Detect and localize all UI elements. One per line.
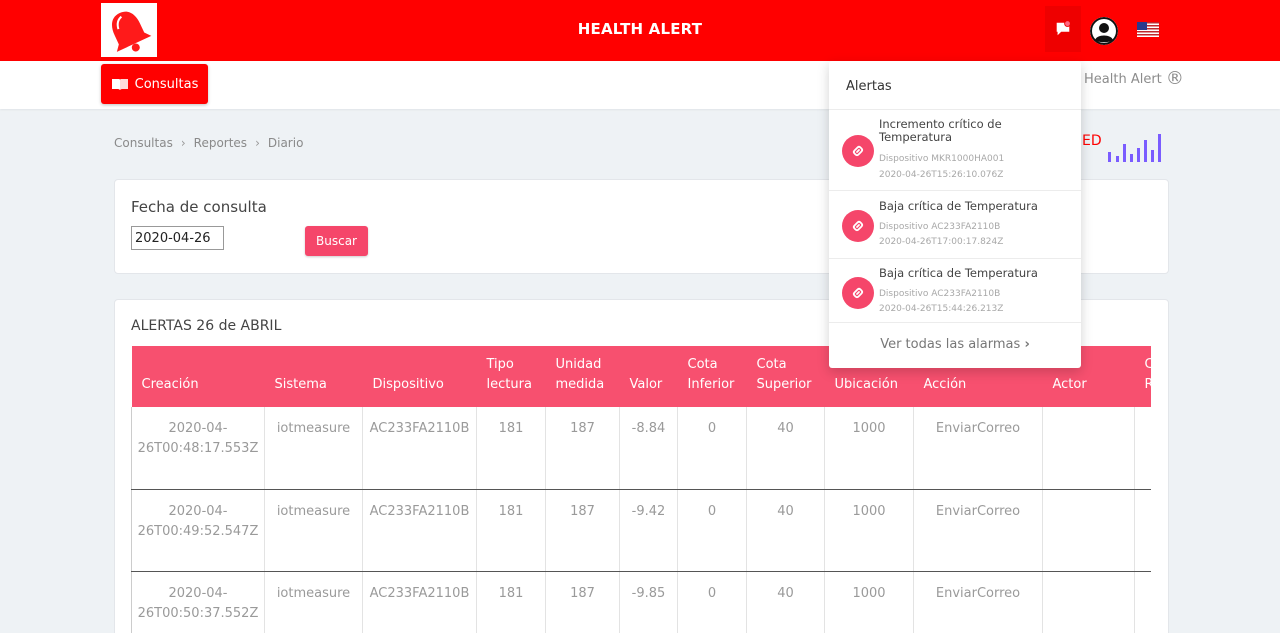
table-cell: 1000 xyxy=(824,407,914,490)
table-cell xyxy=(1134,571,1151,633)
table-cell: iotmeasure xyxy=(264,571,363,633)
table-cell: 187 xyxy=(545,571,620,633)
alert-item-time: 2020-04-26T17:00:17.824Z xyxy=(879,237,1004,247)
divider xyxy=(829,109,1081,110)
column-header[interactable]: Sistema xyxy=(264,346,363,407)
alerts-dropdown-header: Alertas xyxy=(846,79,892,94)
signal-bars-icon xyxy=(1108,134,1161,162)
divider xyxy=(829,258,1081,259)
table-cell: 1000 xyxy=(824,571,914,633)
consultas-label: Consultas xyxy=(134,76,199,92)
brand-name: Health Alert xyxy=(1084,72,1162,87)
view-all-alarms-label: Ver todas las alarmas xyxy=(880,337,1021,352)
table-cell: 187 xyxy=(545,489,620,572)
table-cell: -8.84 xyxy=(619,407,678,490)
table-cell: EnviarCorreo xyxy=(913,407,1043,490)
table-cell: 1000 xyxy=(824,489,914,572)
alert-item-device: Dispositivo AC233FA2110B xyxy=(879,289,1001,299)
link-icon[interactable] xyxy=(842,210,874,242)
table-cell: -9.42 xyxy=(619,489,678,572)
chevron-right-icon: › xyxy=(180,136,186,150)
column-header[interactable]: Creación xyxy=(131,346,265,407)
table-cell xyxy=(1042,571,1135,633)
alerts-table-title: ALERTAS 26 de ABRIL xyxy=(131,318,282,334)
user-avatar-icon[interactable] xyxy=(1090,17,1118,45)
date-input[interactable] xyxy=(131,226,224,250)
alert-item-device: Dispositivo AC233FA2110B xyxy=(879,222,1001,232)
alert-item-title[interactable]: Baja crítica de Temperatura xyxy=(879,200,1069,213)
table-cell: 181 xyxy=(476,407,546,490)
partial-status-text: ED xyxy=(1082,133,1102,149)
table-cell: 0 xyxy=(677,407,747,490)
table-row: 2020-04-26T00:48:17.553Z iotmeasure AC23… xyxy=(131,407,1151,490)
book-icon xyxy=(111,79,128,90)
table-cell: EnviarCorreo xyxy=(913,489,1043,572)
table-cell xyxy=(1134,489,1151,572)
table-row: 2020-04-26T00:50:37.552Z iotmeasure AC23… xyxy=(131,571,1151,633)
table-cell: 187 xyxy=(545,407,620,490)
table-cell: AC233FA2110B xyxy=(362,489,477,572)
alerts-table: Creación Sistema Dispositivo Tipo lectur… xyxy=(131,346,1151,633)
view-all-alarms-link[interactable]: Ver todas las alarmas › xyxy=(829,337,1081,352)
divider xyxy=(829,190,1081,191)
table-cell: 2020-04-26T00:50:37.552Z xyxy=(131,571,265,633)
chat-flag-icon xyxy=(1056,20,1071,36)
chevron-right-icon: › xyxy=(1024,337,1030,352)
alert-item-device: Dispositivo MKR1000HA001 xyxy=(879,154,1005,164)
table-cell xyxy=(1042,489,1135,572)
us-flag-icon[interactable] xyxy=(1137,22,1159,37)
table-cell: AC233FA2110B xyxy=(362,407,477,490)
app-title: HEALTH ALERT xyxy=(577,20,703,38)
table-cell: EnviarCorreo xyxy=(913,571,1043,633)
alert-item-title[interactable]: Incremento crítico de Temperatura xyxy=(879,118,1069,144)
link-icon[interactable] xyxy=(842,277,874,309)
breadcrumb-item-diario: Diario xyxy=(267,136,304,150)
link-icon[interactable] xyxy=(842,135,874,167)
column-header[interactable]: Unidad medida xyxy=(545,346,620,407)
table-cell: AC233FA2110B xyxy=(362,571,477,633)
breadcrumb: Consultas › Reportes › Diario xyxy=(114,136,303,150)
table-cell: 40 xyxy=(746,571,825,633)
column-header[interactable]: Tipo lectura xyxy=(476,346,546,407)
table-cell: 2020-04-26T00:48:17.553Z xyxy=(131,407,265,490)
chevron-right-icon: › xyxy=(255,136,260,150)
search-button[interactable]: Buscar xyxy=(305,226,368,256)
table-cell: 2020-04-26T00:49:52.547Z xyxy=(131,489,265,572)
breadcrumb-item-consultas[interactable]: Consultas xyxy=(114,136,173,150)
column-header[interactable]: C R xyxy=(1134,346,1151,407)
table-row: 2020-04-26T00:49:52.547Z iotmeasure AC23… xyxy=(131,489,1151,572)
date-query-label: Fecha de consulta xyxy=(131,198,267,216)
table-cell: 0 xyxy=(677,571,747,633)
divider xyxy=(829,322,1081,323)
table-cell: -9.85 xyxy=(619,571,678,633)
column-header[interactable]: Cota Inferior xyxy=(677,346,747,407)
column-header[interactable]: Valor xyxy=(619,346,678,407)
table-cell: 181 xyxy=(476,571,546,633)
alert-item-time: 2020-04-26T15:44:26.213Z xyxy=(879,304,1004,314)
table-cell: iotmeasure xyxy=(264,489,363,572)
table-cell xyxy=(1042,407,1135,490)
alert-item-title[interactable]: Baja crítica de Temperatura xyxy=(879,267,1069,280)
table-cell: 0 xyxy=(677,489,747,572)
breadcrumb-item-reportes[interactable]: Reportes xyxy=(194,136,247,150)
notifications-button[interactable] xyxy=(1045,6,1081,52)
consultas-button[interactable]: Consultas xyxy=(101,64,208,104)
column-header[interactable]: Cota Superior xyxy=(746,346,825,407)
registered-mark: ® xyxy=(1165,68,1184,89)
alert-item-time: 2020-04-26T15:26:10.076Z xyxy=(879,170,1004,180)
brand-label: Health Alert ® xyxy=(1084,68,1184,89)
table-cell: 40 xyxy=(746,489,825,572)
table-cell: 181 xyxy=(476,489,546,572)
table-cell xyxy=(1134,407,1151,490)
column-header[interactable]: Dispositivo xyxy=(362,346,477,407)
table-cell: 40 xyxy=(746,407,825,490)
table-cell: iotmeasure xyxy=(264,407,363,490)
alerts-table-container[interactable]: Creación Sistema Dispositivo Tipo lectur… xyxy=(131,346,1151,633)
